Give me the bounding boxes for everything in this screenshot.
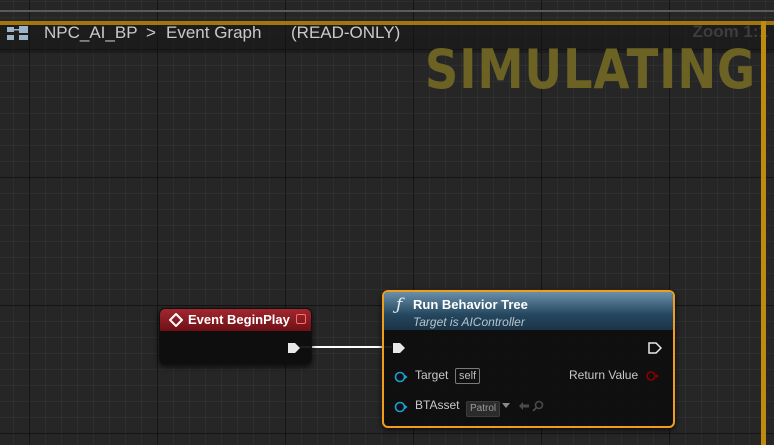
btasset-value: Patrol: [466, 401, 501, 417]
run-behavior-tree-node[interactable]: ƒ Run Behavior Tree Target is AIControll…: [382, 290, 675, 428]
function-node-header: ƒ Run Behavior Tree Target is AIControll…: [384, 292, 673, 330]
btasset-asset-picker[interactable]: Patrol: [466, 398, 501, 417]
simulating-border-right: [761, 21, 766, 445]
event-begin-play-node[interactable]: Event BeginPlay: [159, 308, 312, 365]
event-node-header: Event BeginPlay: [160, 309, 311, 331]
delegate-pin-icon[interactable]: [296, 314, 306, 324]
editor-top-divider: [0, 10, 774, 12]
read-only-label: (READ-ONLY): [291, 23, 401, 42]
target-self-default: self: [455, 368, 481, 384]
btasset-pin-label: BTAsset: [415, 398, 460, 412]
exec-out-pin-icon[interactable]: [287, 341, 301, 355]
breadcrumb-blueprint[interactable]: NPC_AI_BP: [44, 22, 138, 44]
use-selected-arrow-icon[interactable]: [518, 401, 530, 411]
breadcrumb-graph[interactable]: Event Graph: [166, 22, 261, 44]
simulating-watermark: SIMULATING: [424, 38, 756, 101]
target-pin-label: Target: [415, 368, 449, 382]
btasset-pin-icon[interactable]: [394, 401, 408, 413]
event-diamond-icon: [169, 313, 183, 327]
blueprint-graph-icon: [7, 26, 28, 40]
browse-magnifier-icon[interactable]: [532, 400, 544, 412]
target-pin-icon[interactable]: [394, 371, 408, 383]
exec-out-pin-icon[interactable]: [648, 341, 662, 355]
breadcrumb-separator: >: [146, 23, 156, 42]
function-icon: ƒ: [396, 295, 403, 315]
return-value-pin-icon[interactable]: [645, 370, 661, 382]
return-value-label: Return Value: [569, 368, 639, 382]
event-node-title: Event BeginPlay: [188, 312, 290, 327]
dropdown-arrow-icon[interactable]: [502, 403, 510, 409]
function-node-title: Run Behavior Tree: [413, 297, 528, 312]
function-node-subtitle: Target is AIController: [413, 315, 525, 329]
exec-in-pin-icon[interactable]: [392, 341, 406, 355]
